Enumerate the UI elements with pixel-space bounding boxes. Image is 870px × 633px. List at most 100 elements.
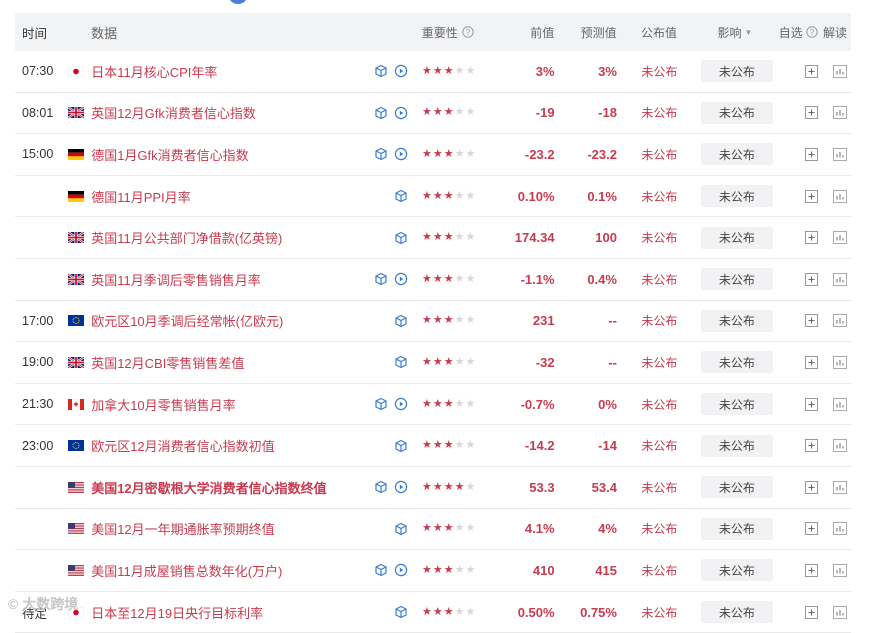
event-name-link[interactable]: 日本至12月19日央行目标利率 xyxy=(91,603,359,622)
star-icon: ★ xyxy=(443,314,454,327)
play-icon[interactable] xyxy=(394,272,408,286)
table-row[interactable]: 英国11月季调后零售销售月率 ★ ★ ★ ★ ★ -1.1% 0.4% 未公布 未公布 xyxy=(15,259,851,301)
interpret-chart-icon[interactable] xyxy=(833,106,848,120)
cube-icon[interactable] xyxy=(394,522,408,536)
interpret-chart-icon[interactable] xyxy=(833,231,848,245)
table-row[interactable]: 英国11月公共部门净借款(亿英镑) ★ ★ ★ ★ ★ 174.34 100 未公布 未… xyxy=(15,217,851,259)
add-watch-icon[interactable] xyxy=(804,314,818,328)
interpret-chart-icon[interactable] xyxy=(833,522,848,536)
event-name-link[interactable]: 德国11月PPI月率 xyxy=(91,187,359,206)
table-row[interactable]: 德国11月PPI月率 ★ ★ ★ ★ ★ 0.10% 0.1% 未公布 未公布 xyxy=(15,176,851,218)
add-watch-icon[interactable] xyxy=(804,231,818,245)
interpret-chart-icon[interactable] xyxy=(833,439,848,453)
cube-icon[interactable] xyxy=(394,355,408,369)
event-name-link[interactable]: 英国12月CBI零售销售差值 xyxy=(91,353,359,372)
play-icon[interactable] xyxy=(394,147,408,161)
interpret-chart-icon[interactable] xyxy=(833,314,848,328)
table-row[interactable]: 08:01 英国12月Gfk消费者信心指数 ★ ★ ★ ★ ★ -19 -18 未公布 … xyxy=(15,93,851,135)
star-icon: ★ xyxy=(465,605,476,618)
forecast-value: 0.1% xyxy=(587,188,617,204)
add-watch-icon[interactable] xyxy=(804,106,818,120)
play-icon[interactable] xyxy=(394,64,408,78)
play-icon[interactable] xyxy=(394,563,408,577)
add-watch-icon[interactable] xyxy=(804,189,818,203)
caret-down-icon[interactable]: ▼ xyxy=(745,24,753,41)
event-name-link[interactable]: 美国11月成屋销售总数年化(万户) xyxy=(91,561,359,580)
interpret-chart-icon[interactable] xyxy=(833,147,848,161)
effect-badge: 未公布 xyxy=(700,559,773,582)
add-watch-icon[interactable] xyxy=(804,355,818,369)
add-watch-icon[interactable] xyxy=(804,605,818,619)
cube-icon[interactable] xyxy=(374,272,388,286)
event-name-link[interactable]: 日本11月核心CPI年率 xyxy=(91,62,359,81)
importance-stars: ★ ★ ★ ★ ★ xyxy=(422,147,498,160)
importance-stars: ★ ★ ★ ★ ★ xyxy=(422,440,498,451)
interpret-chart-icon[interactable] xyxy=(833,355,848,369)
table-row[interactable]: 17:00 欧元区10月季调后经常帐(亿欧元) ★ ★ ★ ★ ★ 231 -- 未公布… xyxy=(15,301,851,343)
star-icon: ★ xyxy=(454,314,465,327)
event-name-link[interactable]: 英国11月季调后零售销售月率 xyxy=(91,270,359,289)
star-icon: ★ xyxy=(465,106,476,119)
uk-flag-icon xyxy=(67,107,84,119)
event-name-link[interactable]: 欧元区10月季调后经常帐(亿欧元) xyxy=(91,311,359,330)
interpret-chart-icon[interactable] xyxy=(833,397,848,411)
cube-icon[interactable] xyxy=(394,439,408,453)
interpret-chart-icon[interactable] xyxy=(833,563,848,577)
cube-icon[interactable] xyxy=(374,147,388,161)
cube-icon[interactable] xyxy=(374,64,388,78)
help-icon[interactable]: ? xyxy=(806,26,818,38)
table-row[interactable]: 美国12月一年期通胀率预期终值 ★ ★ ★ ★ ★ 4.1% 4% 未公布 未公布 xyxy=(15,509,851,551)
add-watch-icon[interactable] xyxy=(804,397,818,411)
event-name-link[interactable]: 英国11月公共部门净借款(亿英镑) xyxy=(91,228,359,247)
add-watch-icon[interactable] xyxy=(804,64,818,78)
star-icon: ★ xyxy=(454,147,465,160)
interpret-chart-icon[interactable] xyxy=(833,480,848,494)
cube-icon[interactable] xyxy=(394,231,408,245)
add-watch-icon[interactable] xyxy=(804,147,818,161)
table-row[interactable]: 美国12月密歇根大学消费者信心指数终值 ★ ★ ★ ★ ★ 53.3 53.4 未公布 … xyxy=(15,467,851,509)
uk-flag-icon xyxy=(67,356,84,368)
help-icon[interactable]: ? xyxy=(462,26,474,38)
add-watch-icon[interactable] xyxy=(804,272,818,286)
play-icon[interactable] xyxy=(394,397,408,411)
table-row[interactable]: 美国11月成屋销售总数年化(万户) ★ ★ ★ ★ ★ 410 415 未公布 未公布 xyxy=(15,550,851,592)
interpret-chart-icon[interactable] xyxy=(833,189,848,203)
add-watch-icon[interactable] xyxy=(804,522,818,536)
interpret-chart-icon[interactable] xyxy=(833,272,848,286)
table-row[interactable]: 待定 日本至12月19日央行目标利率 ★ ★ ★ ★ ★ 0.50% 0.75% 未公布… xyxy=(15,592,851,633)
event-name-link[interactable]: 欧元区12月消费者信心指数初值 xyxy=(91,436,359,455)
uk-flag-icon xyxy=(67,232,84,244)
event-name-link[interactable]: 美国12月密歇根大学消费者信心指数终值 xyxy=(91,478,359,497)
table-row[interactable]: 23:00 欧元区12月消费者信心指数初值 ★ ★ ★ ★ ★ -14.2 -14 未公… xyxy=(15,425,851,467)
interpret-chart-icon[interactable] xyxy=(833,605,848,619)
table-row[interactable]: 15:00 德国1月Gfk消费者信心指数 ★ ★ ★ ★ ★ -23.2 -23.2 未… xyxy=(15,134,851,176)
star-icon: ★ xyxy=(422,64,432,77)
cube-icon[interactable] xyxy=(394,605,408,619)
event-name-link[interactable]: 美国12月一年期通胀率预期终值 xyxy=(91,519,359,538)
event-name-link[interactable]: 英国12月Gfk消费者信心指数 xyxy=(91,103,359,122)
interpret-chart-icon[interactable] xyxy=(833,64,848,78)
add-watch-icon[interactable] xyxy=(804,439,818,453)
forecast-value: 0.75% xyxy=(580,604,617,620)
event-name-link[interactable]: 加拿大10月零售销售月率 xyxy=(91,395,359,414)
cube-icon[interactable] xyxy=(394,189,408,203)
effect-badge: 未公布 xyxy=(700,601,773,624)
table-body: 07:30 日本11月核心CPI年率 ★ ★ ★ ★ ★ 3% 3% 未公布 未公布 0… xyxy=(15,51,851,633)
play-icon[interactable] xyxy=(394,480,408,494)
table-row[interactable]: 21:30 加拿大10月零售销售月率 ★ ★ ★ ★ ★ -0.7% 0% 未公布 未公… xyxy=(15,384,851,426)
star-icon: ★ xyxy=(465,314,476,327)
header-effect[interactable]: 影响 ▼ xyxy=(677,24,773,41)
cube-icon[interactable] xyxy=(374,397,388,411)
cube-icon[interactable] xyxy=(374,106,388,120)
event-actions xyxy=(359,272,422,286)
cube-icon[interactable] xyxy=(374,563,388,577)
cube-icon[interactable] xyxy=(374,480,388,494)
play-icon[interactable] xyxy=(394,106,408,120)
star-icon: ★ xyxy=(443,231,454,244)
table-row[interactable]: 19:00 英国12月CBI零售销售差值 ★ ★ ★ ★ ★ -32 -- 未公布 未公… xyxy=(15,342,851,384)
event-name-link[interactable]: 德国1月Gfk消费者信心指数 xyxy=(91,145,359,164)
add-watch-icon[interactable] xyxy=(804,563,818,577)
add-watch-icon[interactable] xyxy=(804,480,818,494)
cube-icon[interactable] xyxy=(394,314,408,328)
table-row[interactable]: 07:30 日本11月核心CPI年率 ★ ★ ★ ★ ★ 3% 3% 未公布 未公布 xyxy=(15,51,851,93)
